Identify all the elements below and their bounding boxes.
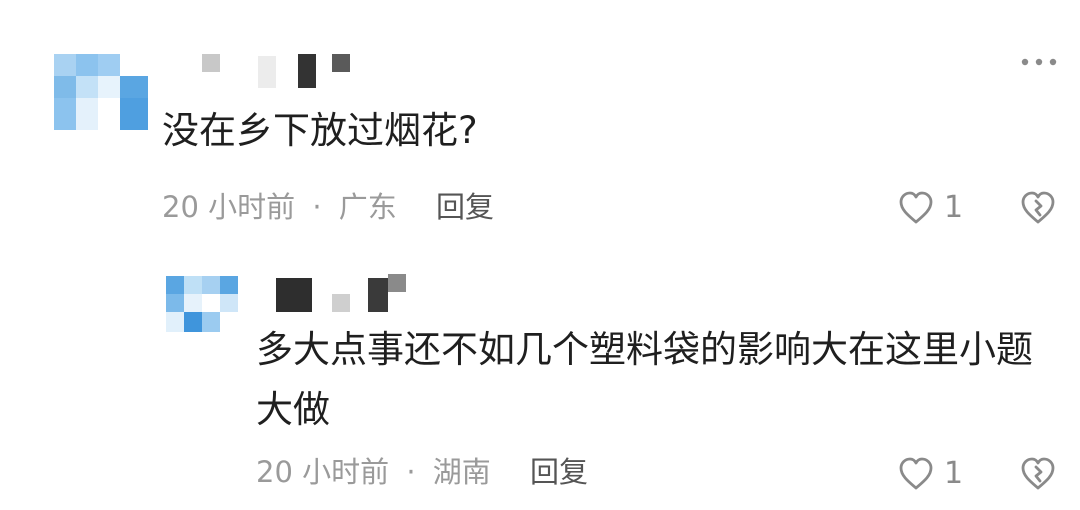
- reply-location: 湖南: [432, 455, 491, 489]
- more-menu-button[interactable]: [1018, 52, 1060, 72]
- reply-like-button[interactable]: 1: [896, 454, 966, 494]
- comment-location: 广东: [338, 190, 397, 224]
- reply-time: 20 小时前: [256, 455, 390, 489]
- reply-avatar[interactable]: [166, 276, 238, 332]
- reply-text-line-2: 大做: [256, 388, 330, 431]
- heart-outline-icon: [899, 191, 933, 224]
- reply-text-line-1: 多大点事还不如几个塑料袋的影响大在这里小题: [256, 328, 1033, 371]
- reply-like-count: 1: [944, 456, 964, 491]
- broken-heart-icon: [1021, 191, 1055, 224]
- reply-meta: 20 小时前 · 湖南: [256, 455, 491, 489]
- comment-meta: 20 小时前 · 广东: [162, 190, 397, 224]
- comment-time: 20 小时前: [162, 190, 296, 224]
- reply-reply-button[interactable]: 回复: [530, 455, 588, 489]
- comment-like-button[interactable]: 1: [896, 188, 966, 228]
- meta-separator: ·: [406, 455, 416, 489]
- comment-reply-button[interactable]: 回复: [436, 190, 494, 224]
- comment-text: 没在乡下放过烟花?: [162, 109, 478, 152]
- more-horizontal-icon: [1021, 58, 1057, 66]
- reply-dislike-button[interactable]: [1018, 454, 1058, 494]
- comment-dislike-button[interactable]: [1018, 188, 1058, 228]
- reply-username[interactable]: [276, 274, 408, 314]
- username[interactable]: [202, 52, 352, 92]
- comment-like-count: 1: [944, 190, 964, 225]
- avatar[interactable]: [54, 54, 148, 130]
- broken-heart-icon: [1021, 457, 1055, 490]
- heart-outline-icon: [899, 457, 933, 490]
- meta-separator: ·: [312, 190, 322, 224]
